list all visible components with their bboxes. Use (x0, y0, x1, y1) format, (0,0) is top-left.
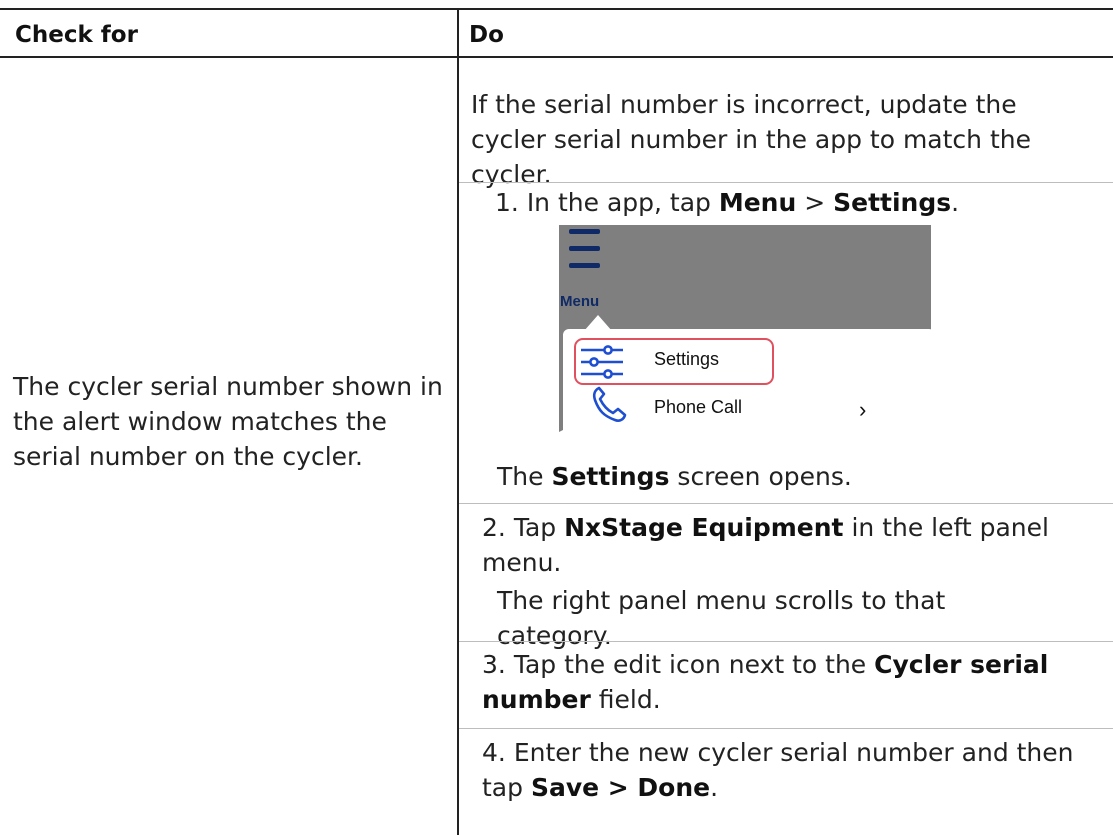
table-top-border (0, 8, 1113, 10)
header-check-for: Check for (15, 22, 138, 48)
step-2: 2. Tap NxStage Equipment in the left pan… (482, 513, 1049, 577)
save-done-term: Save > Done (530, 773, 711, 802)
sliders-icon (581, 345, 623, 379)
step-3-number: 3. (482, 650, 506, 679)
step-4-number: 4. (482, 738, 506, 767)
step-1: 1. In the app, tap Menu > Settings. (495, 188, 960, 217)
step-2-number: 2. (482, 513, 506, 542)
torn-edge (559, 428, 931, 438)
row-separator (459, 503, 1113, 504)
nxstage-equipment-term: NxStage Equipment (564, 513, 844, 542)
header-do: Do (469, 22, 504, 48)
step-1-number: 1. (495, 188, 519, 217)
instruction-table: Check for Do The cycler serial number sh… (0, 0, 1113, 835)
menu-term: Menu (718, 188, 797, 217)
result-2: The right panel menu scrolls to that cat… (497, 586, 946, 650)
step-4: 4. Enter the new cycler serial number an… (482, 738, 1074, 802)
result-1: The Settings screen opens. (497, 462, 852, 491)
check-for-text: The cycler serial number shown in the al… (13, 372, 443, 471)
row-separator (459, 641, 1113, 642)
settings-term: Settings (833, 188, 952, 217)
menu-label: Menu (560, 293, 600, 310)
step-3: 3. Tap the edit icon next to the Cycler … (482, 650, 1049, 714)
menu-item-settings[interactable]: Settings (654, 349, 719, 370)
header-bottom-border (0, 56, 1113, 58)
chevron-right-icon: › (859, 397, 867, 422)
column-divider (457, 8, 459, 835)
app-menu-screenshot: Menu Settings Phone Call › (559, 225, 931, 438)
settings-term-2: Settings (551, 462, 670, 491)
menu-item-phone-call[interactable]: Phone Call (654, 397, 742, 418)
row-separator (459, 182, 1113, 183)
row-separator (459, 728, 1113, 729)
phone-icon (592, 386, 627, 422)
intro-text: If the serial number is incorrect, updat… (471, 90, 1031, 189)
